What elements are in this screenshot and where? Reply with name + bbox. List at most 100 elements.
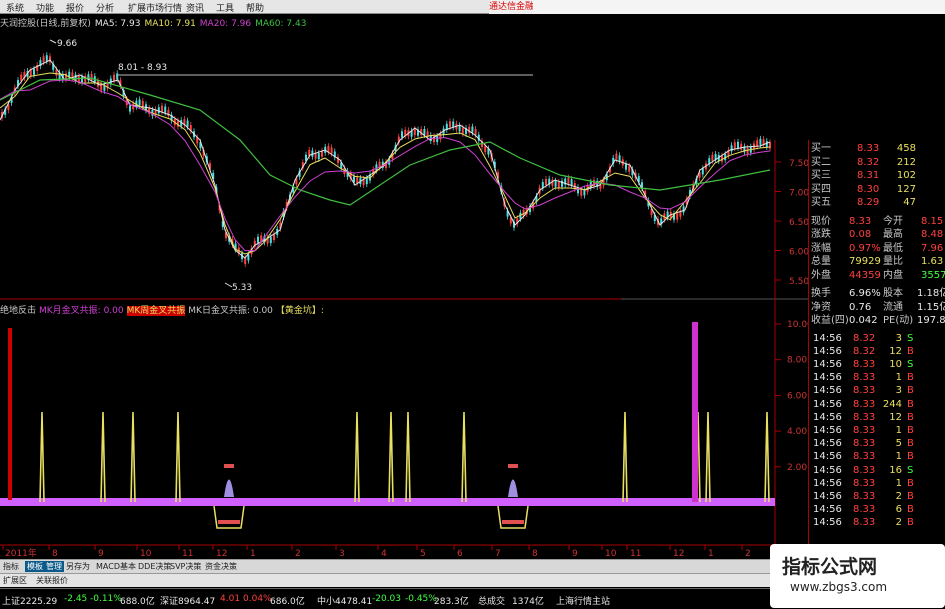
tick-time: 14:56 <box>813 477 842 489</box>
subtab-0[interactable]: 扩展区 <box>3 575 27 586</box>
candle-body <box>711 154 714 161</box>
candle-body <box>458 125 461 132</box>
bid-label: 买二 <box>811 156 831 168</box>
stat-label: 净资 <box>811 301 831 313</box>
status-item-12: 总成交 <box>478 597 506 607</box>
stat-label: 内盘 <box>883 269 903 281</box>
tab-7[interactable]: 资金决策 <box>205 561 237 572</box>
tick-row: 14:56 8.33 2 B <box>809 516 945 529</box>
candle-body <box>580 189 583 196</box>
tick-side: B <box>907 490 914 502</box>
candle-body <box>474 128 477 135</box>
candle-body <box>317 153 320 160</box>
candle-body <box>730 145 733 152</box>
bid-label: 买五 <box>811 197 831 208</box>
candle-body <box>484 146 487 153</box>
candle-body <box>737 141 739 148</box>
ind-tick-label: 6.00 <box>787 391 807 401</box>
tick-price: 8.33 <box>853 451 876 463</box>
candle-body <box>138 99 141 106</box>
tick-side: B <box>907 398 914 410</box>
tab-6[interactable]: SVP决策 <box>170 561 201 572</box>
candle-body <box>20 74 23 81</box>
bid-row: 买二 8.32 212 <box>809 156 945 169</box>
bid-price: 8.32 <box>857 156 880 168</box>
tick-volume: 3 <box>895 385 902 397</box>
stat-value: 79929 <box>849 256 881 267</box>
time-tick-label: 11 <box>182 549 193 559</box>
time-tick-label: 5 <box>420 549 426 559</box>
signal-spike <box>100 411 106 503</box>
bid-label: 买四 <box>811 183 831 195</box>
tick-time: 14:56 <box>813 332 842 344</box>
stat-row: 涨跌 0.08 最高 8.48 <box>809 228 945 241</box>
signal-spike <box>388 411 394 503</box>
tick-row: 14:56 8.33 12 B <box>809 411 945 424</box>
tick-volume: 5 <box>895 438 902 450</box>
candle-body <box>29 70 32 77</box>
candle-body <box>628 165 631 172</box>
stat-label: 收益(四) <box>811 315 849 326</box>
time-tick-label: 10 <box>605 549 617 559</box>
candle-body <box>186 120 189 127</box>
candle-body <box>557 181 560 188</box>
stat-value: 8.48 <box>921 229 944 240</box>
time-tick-label: 9 <box>572 549 578 559</box>
signal-spike <box>622 411 628 503</box>
tick-side: S <box>907 358 914 370</box>
tab-1[interactable]: 模板 <box>25 561 45 572</box>
low-marker <box>224 282 233 288</box>
status-item-8: 中小4478.41 <box>317 597 373 607</box>
candle-body <box>33 68 35 75</box>
signal-spike <box>130 411 136 503</box>
subtab-1[interactable]: 关联报价 <box>36 575 68 586</box>
candle-body <box>471 126 474 133</box>
tab-5[interactable]: DDE决策 <box>138 561 171 572</box>
tab-3[interactable]: 另存为 <box>66 561 90 572</box>
tick-row: 14:56 8.33 2 B <box>809 490 945 503</box>
status-item-13: 1374亿 <box>512 597 544 607</box>
bid-price: 8.30 <box>857 183 880 195</box>
stat-label: 量比 <box>883 256 903 267</box>
magenta-signal-bar <box>692 322 698 502</box>
tick-time: 14:56 <box>813 398 842 410</box>
time-tick-label: 9 <box>98 549 104 559</box>
tab-4[interactable]: MACD基本 <box>96 561 136 572</box>
time-tick-label: 2 <box>745 549 751 559</box>
app-window: 系统 功能 报价 分析 扩展市场行情 资讯 工具 帮助 通达信金融 7.50 7.00 6.50 6… <box>0 0 945 609</box>
tick-row: 14:56 8.32 12 B <box>809 345 945 358</box>
signal-spike <box>405 411 411 503</box>
indicator-legend: 绝地反击 MK月金叉共振: 0.00 MK周金叉共振 MK日金叉共振: 0.00 【黄金… <box>0 304 324 318</box>
time-tick-label: 8 <box>532 549 538 559</box>
stat-row: 收益(四) 0.042 PE(动) 197.8 <box>809 314 945 327</box>
tab-0[interactable]: 指标 <box>3 561 19 572</box>
status-item-6: 0.04% <box>243 594 272 604</box>
candle-body <box>701 168 704 175</box>
bid-row: 买五 8.29 47 <box>809 196 945 209</box>
bid-volume: 47 <box>903 197 916 208</box>
stat-row: 现价 8.33 今开 8.15 <box>809 215 945 228</box>
time-tick-label: 1 <box>708 549 714 559</box>
candle-body <box>423 128 426 135</box>
ind-tick-label: 8.00 <box>787 356 807 366</box>
tick-side: B <box>907 477 914 489</box>
status-item-7: 686.0亿 <box>270 597 305 607</box>
tab-2[interactable]: 管理 <box>44 561 64 572</box>
ind-legend-item-4: 【黄金坑】: 0.0 <box>275 306 324 316</box>
tick-time: 14:56 <box>813 345 842 357</box>
stat-value: 1.15亿 <box>917 301 945 313</box>
signal-spike <box>461 411 467 503</box>
price-tick-label: 7.00 <box>789 189 809 199</box>
candle-body <box>461 127 464 134</box>
gold-pit-cup <box>497 505 529 529</box>
candle-body <box>615 153 618 160</box>
candle-body <box>682 206 685 213</box>
candle-body <box>545 179 547 186</box>
legend-item-1: MA5: 7.93 <box>94 19 141 29</box>
bid-volume: 212 <box>896 156 916 168</box>
candle-body <box>55 69 58 76</box>
bid-row: 买一 8.33 458 <box>809 142 945 155</box>
gold-pit-cup <box>213 505 245 529</box>
time-tick-label: 12 <box>216 549 227 559</box>
time-tick-label: 1 <box>250 549 256 559</box>
